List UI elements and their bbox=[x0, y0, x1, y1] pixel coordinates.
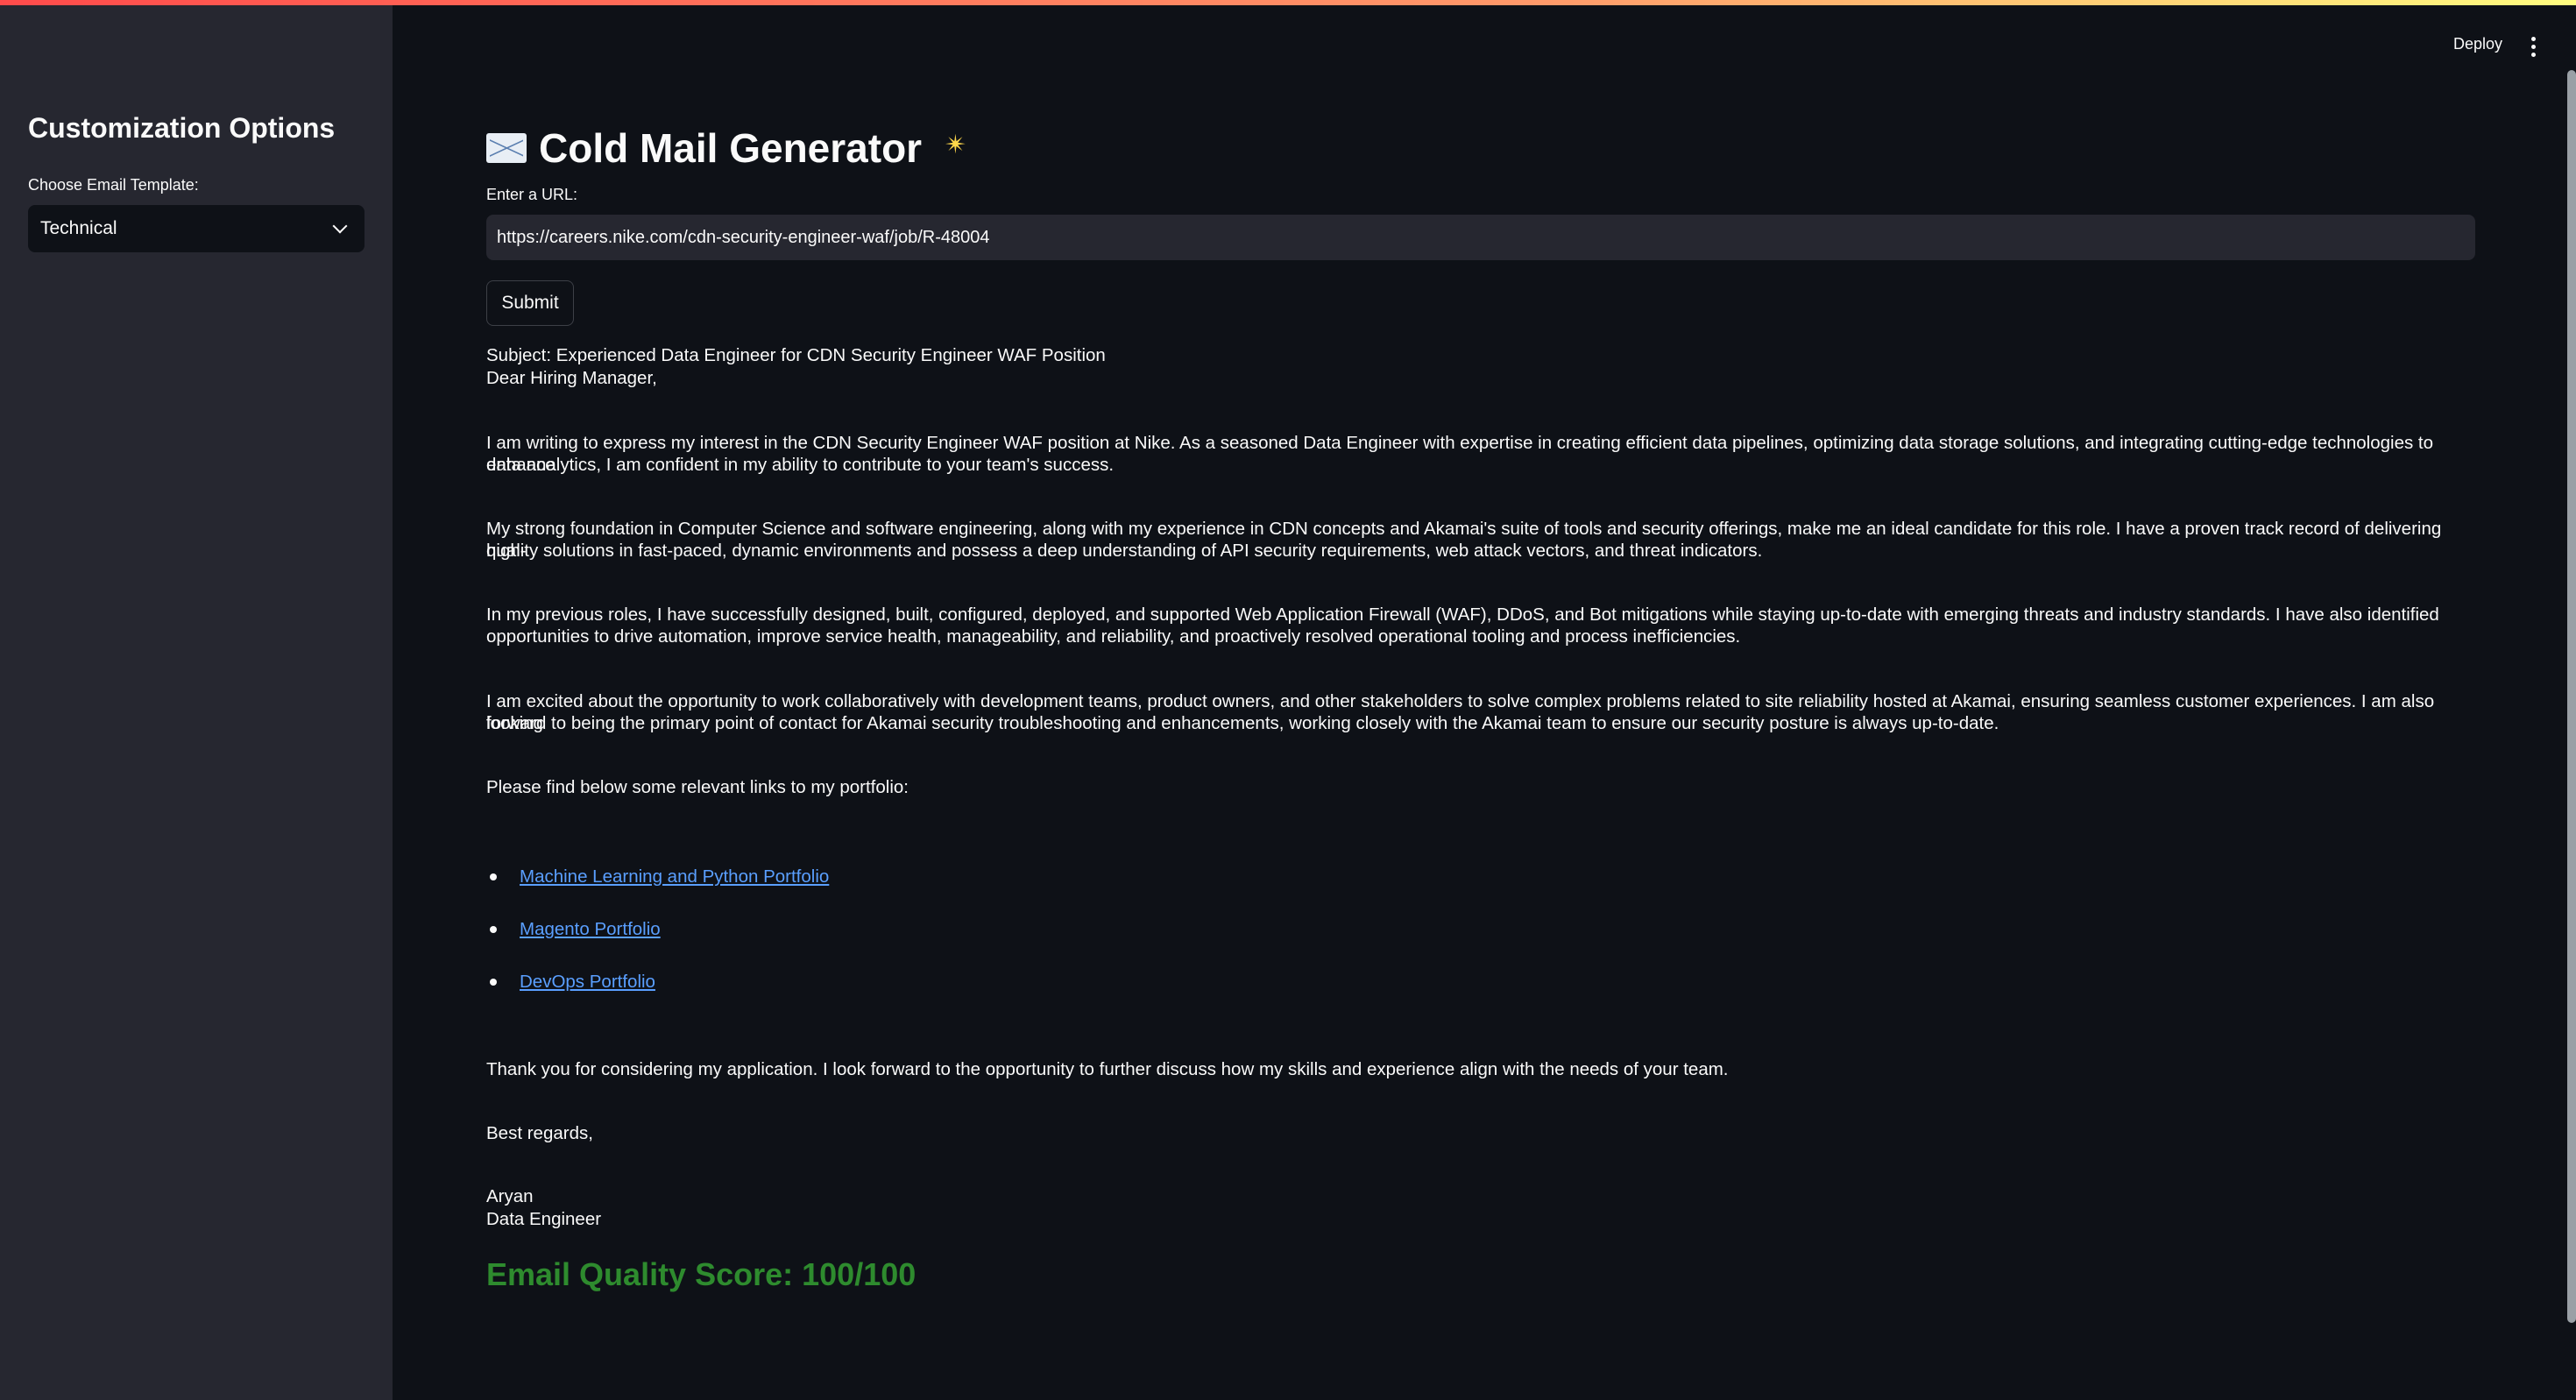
email-paragraph-line: quality solutions in fast-paced, dynamic… bbox=[486, 541, 1763, 561]
email-closing: Best regards, bbox=[486, 1123, 593, 1143]
bullet-icon bbox=[490, 979, 497, 986]
title-row: Cold Mail Generator ✴ bbox=[486, 124, 966, 172]
email-signature-role: Data Engineer bbox=[486, 1209, 602, 1229]
email-paragraph-line: opportunities to drive automation, impro… bbox=[486, 626, 1741, 647]
sparkle-icon: ✴ bbox=[945, 130, 967, 159]
email-subject: Subject: Experienced Data Engineer for C… bbox=[486, 345, 1106, 365]
scrollbar[interactable] bbox=[2567, 70, 2576, 1323]
more-options-icon[interactable] bbox=[2530, 37, 2536, 57]
bullet-icon bbox=[490, 926, 497, 933]
email-signature-name: Aryan bbox=[486, 1186, 534, 1206]
email-links-intro: Please find below some relevant links to… bbox=[486, 777, 909, 797]
submit-button[interactable]: Submit bbox=[486, 280, 574, 326]
email-quality-score: Email Quality Score: 100/100 bbox=[486, 1256, 916, 1292]
email-paragraph-line: In my previous roles, I have successfull… bbox=[486, 605, 2439, 625]
url-label: Enter a URL: bbox=[486, 186, 578, 203]
template-select-label: Choose Email Template: bbox=[28, 176, 199, 194]
envelope-icon bbox=[486, 133, 527, 163]
template-select-value: Technical bbox=[40, 218, 117, 238]
app-header: Deploy bbox=[393, 5, 2576, 84]
portfolio-link-ml-python[interactable]: Machine Learning and Python Portfolio bbox=[520, 866, 829, 887]
email-paragraph-line: data analytics, I am confident in my abi… bbox=[486, 455, 1115, 475]
sidebar-title: Customization Options bbox=[28, 112, 336, 144]
page-title: Cold Mail Generator bbox=[539, 125, 923, 171]
portfolio-link-magento[interactable]: Magento Portfolio bbox=[520, 918, 661, 940]
bullet-icon bbox=[490, 873, 497, 880]
portfolio-link-devops[interactable]: DevOps Portfolio bbox=[520, 971, 655, 993]
email-thanks: Thank you for considering my application… bbox=[486, 1059, 1729, 1079]
chevron-down-icon bbox=[332, 218, 348, 234]
template-select[interactable]: Technical bbox=[28, 205, 364, 252]
url-input[interactable] bbox=[486, 215, 2475, 260]
email-paragraph-line: forward to being the primary point of co… bbox=[486, 713, 1999, 733]
email-greeting: Dear Hiring Manager, bbox=[486, 368, 657, 388]
deploy-button[interactable]: Deploy bbox=[2453, 35, 2502, 53]
sidebar: Customization Options Choose Email Templ… bbox=[0, 5, 393, 1400]
